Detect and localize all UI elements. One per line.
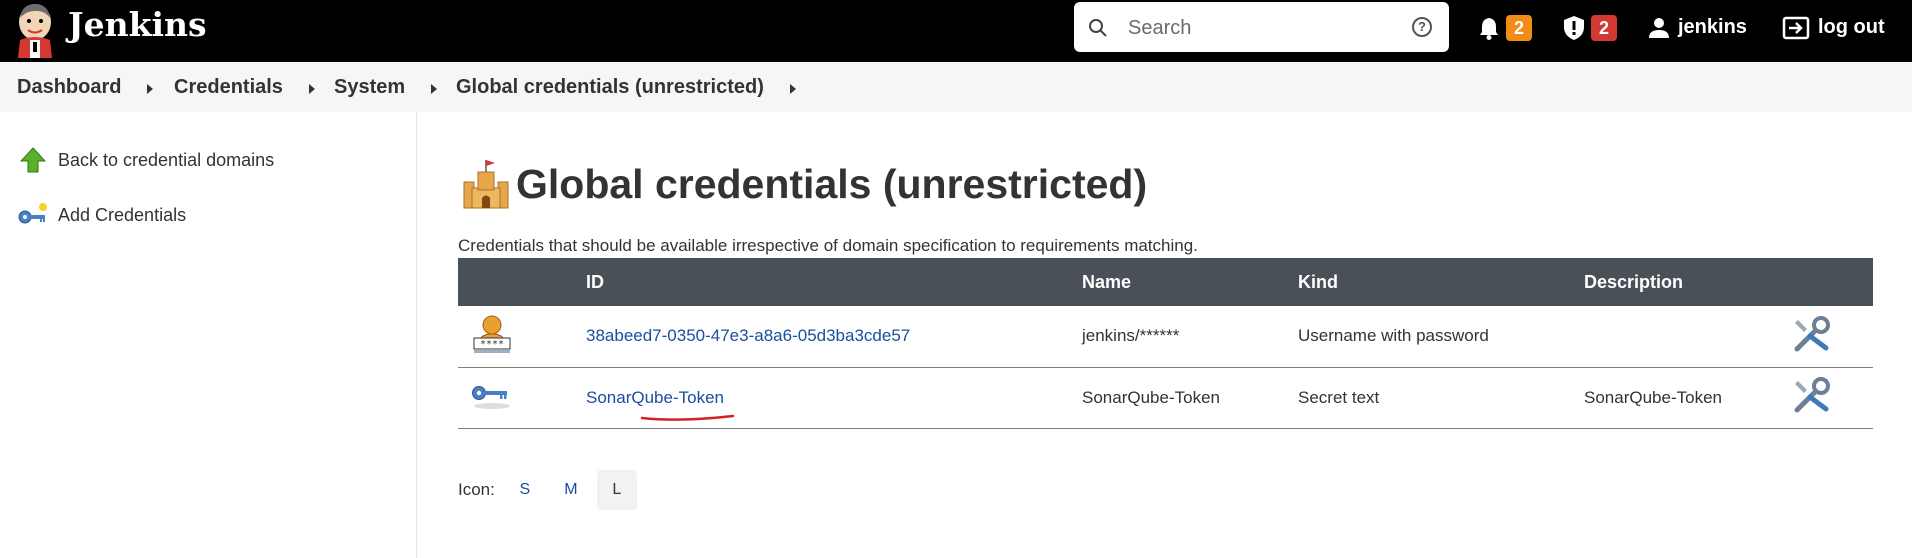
- chevron-right-icon[interactable]: [431, 84, 437, 94]
- column-header-description[interactable]: Description: [1584, 258, 1794, 306]
- breadcrumb-system[interactable]: System: [334, 76, 405, 99]
- search-icon: [1089, 19, 1107, 37]
- username: jenkins: [1678, 16, 1747, 38]
- back-to-domains-link[interactable]: Back to credential domains: [18, 143, 274, 177]
- credential-name: jenkins/******: [1082, 326, 1180, 346]
- credential-kind: Username with password: [1298, 326, 1489, 346]
- chevron-right-icon[interactable]: [309, 84, 315, 94]
- logout-button[interactable]: log out: [1782, 0, 1885, 55]
- column-header-id[interactable]: ID: [586, 258, 1082, 306]
- table-header-row: ID Name Kind Description: [458, 258, 1873, 306]
- top-header: Jenkins ? 2 2 jenkins: [0, 0, 1912, 62]
- security-badge: 2: [1591, 14, 1617, 41]
- breadcrumb-credentials[interactable]: Credentials: [174, 76, 283, 99]
- row-type-cell: ****: [458, 306, 586, 367]
- credentials-table: ID Name Kind Description **** 38abeed7-0…: [458, 258, 1873, 429]
- icon-size-selector: Icon: S M L: [458, 470, 637, 510]
- credential-description: [1584, 306, 1794, 367]
- credential-id-link[interactable]: SonarQube-Token: [586, 388, 724, 407]
- svg-text:****: ****: [480, 339, 504, 350]
- credential-kind: Secret text: [1298, 387, 1380, 407]
- castle-icon: [463, 160, 509, 209]
- page-description: Credentials that should be available irr…: [458, 236, 1198, 255]
- back-label: Back to credential domains: [58, 149, 275, 170]
- credential-name: SonarQube-Token: [1082, 387, 1220, 407]
- brand-name[interactable]: Jenkins: [68, 5, 207, 44]
- row-type-cell: [458, 367, 586, 428]
- user-password-icon: ****: [473, 315, 511, 353]
- credential-description: SonarQube-Token: [1584, 387, 1722, 407]
- add-credentials-label: Add Credentials: [58, 204, 187, 225]
- bell-icon: [1480, 17, 1498, 40]
- user-menu[interactable]: jenkins: [1648, 0, 1747, 55]
- red-underline-annotation: [640, 414, 735, 421]
- search-input[interactable]: [1126, 11, 1400, 45]
- shield-icon: [1564, 15, 1584, 40]
- logout-icon: [1782, 16, 1810, 39]
- chevron-right-icon[interactable]: [790, 84, 796, 94]
- actions-column-header: [1794, 258, 1873, 306]
- search-box[interactable]: ?: [1074, 2, 1449, 52]
- breadcrumb-global[interactable]: Global credentials (unrestricted): [456, 76, 764, 99]
- panel-divider: [416, 112, 417, 558]
- configure-wrench-icon[interactable]: [1794, 315, 1830, 352]
- column-header-kind[interactable]: Kind: [1298, 258, 1584, 306]
- user-icon: [1649, 17, 1669, 38]
- notifications-badge: 2: [1506, 14, 1532, 41]
- security-button[interactable]: 2: [1563, 0, 1617, 55]
- icon-size-large[interactable]: L: [596, 470, 637, 510]
- chevron-right-icon[interactable]: [147, 84, 153, 94]
- icon-size-medium[interactable]: M: [551, 470, 591, 510]
- icon-column-header: [458, 258, 586, 306]
- column-header-name[interactable]: Name: [1082, 258, 1298, 306]
- page-title: Global credentials (unrestricted): [462, 158, 1147, 210]
- key-add-icon: [18, 200, 48, 230]
- logout-label: log out: [1818, 16, 1885, 38]
- row-actions-cell: [1794, 367, 1873, 428]
- key-icon: [472, 386, 510, 409]
- add-credentials-link[interactable]: Add Credentials: [18, 198, 186, 232]
- help-icon[interactable]: ?: [1412, 17, 1432, 37]
- table-row: **** 38abeed7-0350-47e3-a8a6-05d3ba3cde5…: [458, 306, 1873, 367]
- breadcrumb: Dashboard Credentials System Global cred…: [0, 62, 1912, 112]
- configure-wrench-icon[interactable]: [1794, 377, 1830, 413]
- row-actions-cell: [1794, 306, 1873, 367]
- page-heading: Global credentials (unrestricted): [516, 160, 1148, 207]
- jenkins-logo-icon[interactable]: [14, 2, 56, 58]
- icon-size-small[interactable]: S: [505, 470, 545, 510]
- credential-id-link[interactable]: 38abeed7-0350-47e3-a8a6-05d3ba3cde57: [586, 326, 910, 345]
- icon-size-label: Icon:: [458, 480, 495, 499]
- breadcrumb-dashboard[interactable]: Dashboard: [17, 76, 121, 99]
- notifications-button[interactable]: 2: [1478, 0, 1532, 55]
- arrow-up-icon: [18, 145, 48, 175]
